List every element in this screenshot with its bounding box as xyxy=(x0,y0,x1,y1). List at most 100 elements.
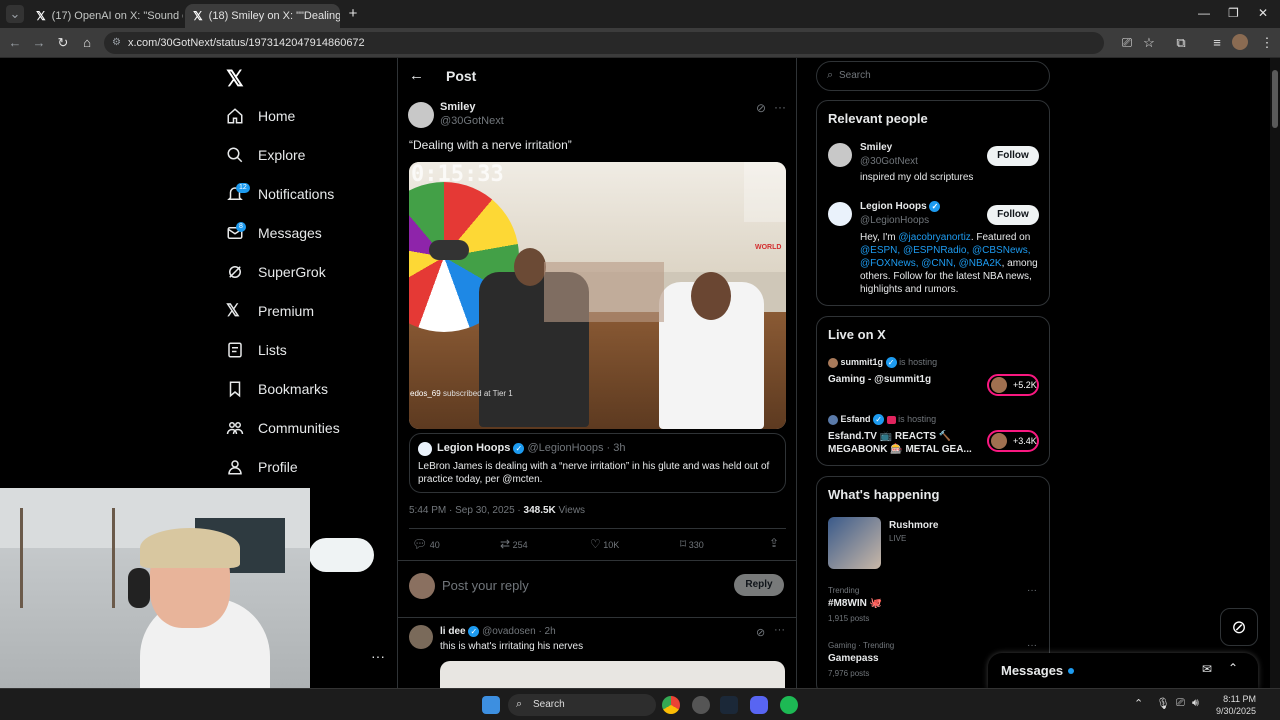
sidebar-item-lists[interactable]: Lists xyxy=(226,336,287,364)
spotify-icon[interactable] xyxy=(780,696,798,714)
window-close-icon[interactable]: ✕ xyxy=(1258,6,1268,20)
heart-icon: ♡ xyxy=(590,537,601,551)
account-more-icon[interactable]: ··· xyxy=(371,648,385,664)
search-box[interactable]: ⌕ Search xyxy=(816,61,1050,91)
sidebar-item-messages[interactable]: 8 Messages xyxy=(226,219,322,247)
obs-icon[interactable] xyxy=(692,696,710,714)
url-field[interactable]: ⚙ x.com/30GotNext/status/197314204791486… xyxy=(104,32,1104,54)
reply-author-name[interactable]: li dee xyxy=(440,626,466,637)
home-icon[interactable]: ⌂ xyxy=(78,34,96,52)
tab-openai[interactable]: 𝕏 (17) OpenAI on X: "Sound on. h ✕ xyxy=(28,4,183,28)
live-listeners[interactable]: +3.4K xyxy=(987,430,1039,452)
windows-start-icon[interactable] xyxy=(482,696,500,714)
cast-icon[interactable]: ⎚ xyxy=(1118,34,1136,52)
messages-drawer[interactable]: Messages ✉ ⌃ xyxy=(988,653,1258,688)
author-avatar[interactable] xyxy=(408,102,434,128)
sidebar-item-premium[interactable]: 𝕏 Premium xyxy=(226,297,314,325)
quoted-post[interactable]: Legion Hoops ✓ @LegionHoops · 3h LeBron … xyxy=(409,433,786,493)
grok-float-button[interactable]: ⊘ xyxy=(1220,608,1258,646)
tab-search-chevron-icon[interactable]: ⌄ xyxy=(6,5,24,23)
follow-button[interactable]: Follow xyxy=(987,146,1039,166)
reply-avatar[interactable] xyxy=(409,625,433,649)
bio-link[interactable]: @FOXNews, @CNN, @NBA2K xyxy=(860,258,1002,269)
more-icon[interactable]: ··· xyxy=(774,100,786,114)
back-arrow-icon[interactable]: ← xyxy=(409,67,424,84)
post-timestamp[interactable]: 5:44 PM · Sep 30, 2025 · xyxy=(409,505,521,516)
media-icon[interactable]: ≡ xyxy=(1208,34,1226,52)
person-avatar[interactable] xyxy=(828,143,852,167)
live-title[interactable]: Esfand.TV 📺 REACTS 🔨 MEGABONK 🎰 METAL GE… xyxy=(828,430,978,456)
new-message-icon[interactable]: ✉ xyxy=(1202,662,1212,676)
microphone-icon[interactable]: 🎙︎ xyxy=(1156,697,1170,710)
sidebar-item-explore[interactable]: Explore xyxy=(226,141,305,169)
scrollbar[interactable] xyxy=(1270,58,1280,688)
trend-name[interactable]: #M8WIN 🐙 xyxy=(828,598,882,609)
new-tab-icon[interactable]: + xyxy=(344,5,362,23)
kebab-menu-icon[interactable]: ⋮ xyxy=(1258,34,1276,52)
profile-avatar-icon[interactable] xyxy=(1232,34,1248,50)
taskbar-search[interactable]: ⌕ Search xyxy=(508,694,656,716)
grok-icon[interactable]: ⊘ xyxy=(756,101,766,115)
sidebar-item-supergrok[interactable]: SuperGrok xyxy=(226,258,326,286)
live-item-title[interactable]: Rushmore xyxy=(889,520,938,531)
network-icon[interactable]: ⎚ xyxy=(1176,697,1185,710)
forward-icon[interactable]: → xyxy=(30,34,48,52)
site-info-icon[interactable]: ⚙ xyxy=(112,32,121,54)
author-handle[interactable]: @30GotNext xyxy=(440,115,504,127)
like-action[interactable]: ♡ 10K xyxy=(590,537,619,551)
more-icon[interactable]: ··· xyxy=(774,624,785,636)
volume-icon[interactable]: 🔊︎ xyxy=(1192,697,1199,710)
x-logo-icon[interactable]: 𝕏 xyxy=(226,66,244,92)
more-icon[interactable]: ··· xyxy=(1027,585,1037,596)
reply-handle[interactable]: @ovadosen xyxy=(482,626,536,637)
reply-media[interactable] xyxy=(440,661,785,688)
person-handle[interactable]: @30GotNext xyxy=(860,156,918,167)
share-icon[interactable]: ⇪ xyxy=(769,536,779,550)
sidebar-item-bookmarks[interactable]: Bookmarks xyxy=(226,375,328,403)
reply-action[interactable]: 💬︎ 40 xyxy=(412,537,440,551)
sidebar-item-profile[interactable]: Profile xyxy=(226,453,298,481)
live-item-host[interactable]: summit1g ✓ is hosting xyxy=(828,357,937,369)
extensions-icon[interactable]: ⧉ xyxy=(1172,34,1190,52)
sidebar-item-communities[interactable]: Communities xyxy=(226,414,340,442)
post-button[interactable] xyxy=(309,538,374,572)
person-avatar[interactable] xyxy=(828,202,852,226)
grok-icon[interactable]: ⊘ xyxy=(756,626,765,639)
person-name[interactable]: Smiley xyxy=(860,142,892,153)
bookmark-star-icon[interactable]: ☆ xyxy=(1140,34,1158,52)
reply-button[interactable]: Reply xyxy=(734,574,784,596)
maximize-icon[interactable]: ❐ xyxy=(1228,6,1239,20)
back-icon[interactable]: ← xyxy=(6,34,24,52)
bookmark-action[interactable]: ⌑ 330 xyxy=(680,537,704,551)
author-name[interactable]: Smiley xyxy=(440,101,475,113)
person-name-row[interactable]: Legion Hoops ✓ xyxy=(860,201,941,212)
tray-chevron-icon[interactable]: ⌃ xyxy=(1134,697,1143,710)
reload-icon[interactable]: ↻ xyxy=(54,34,72,52)
steam-icon[interactable] xyxy=(720,696,738,714)
bio-link[interactable]: @ESPN, @ESPNRadio, @CBSNews, xyxy=(860,245,1031,256)
post-video[interactable]: 0:15:33 WORLD edos_69 subscribed at Tier… xyxy=(409,162,786,429)
person-handle[interactable]: @LegionHoops xyxy=(860,215,929,226)
minimize-icon[interactable]: — xyxy=(1198,6,1210,20)
reply-input[interactable]: Post your reply xyxy=(442,578,529,593)
chrome-icon[interactable] xyxy=(662,696,680,714)
bio-link[interactable]: @jacobryanortiz xyxy=(898,232,970,243)
live-listeners[interactable]: +5.2K xyxy=(987,374,1039,396)
trend-posts: 1,915 posts xyxy=(828,614,870,623)
more-icon[interactable]: ··· xyxy=(1027,640,1037,651)
repost-action[interactable]: ⇄ 254 xyxy=(500,537,528,551)
expand-icon[interactable]: ⌃ xyxy=(1228,661,1238,675)
trend-name[interactable]: Gamepass xyxy=(828,653,879,664)
tab-smiley[interactable]: 𝕏 (18) Smiley on X: ""Dealing with ✕ xyxy=(185,4,340,28)
follow-button[interactable]: Follow xyxy=(987,205,1039,225)
search-input[interactable]: Search xyxy=(839,70,871,81)
live-thumbnail[interactable] xyxy=(828,517,881,569)
sidebar-item-notifications[interactable]: 12 Notifications xyxy=(226,180,334,208)
taskbar-clock[interactable]: 8:11 PM 9/30/2025 xyxy=(1212,693,1256,717)
live-title[interactable]: Gaming - @summit1g xyxy=(828,374,931,385)
discord-icon[interactable] xyxy=(750,696,768,714)
live-item-host[interactable]: Esfand ✓ is hosting xyxy=(828,414,936,426)
scrollbar-thumb[interactable] xyxy=(1272,70,1278,128)
clock-time: 8:11 PM xyxy=(1223,694,1256,704)
sidebar-item-home[interactable]: Home xyxy=(226,102,295,130)
